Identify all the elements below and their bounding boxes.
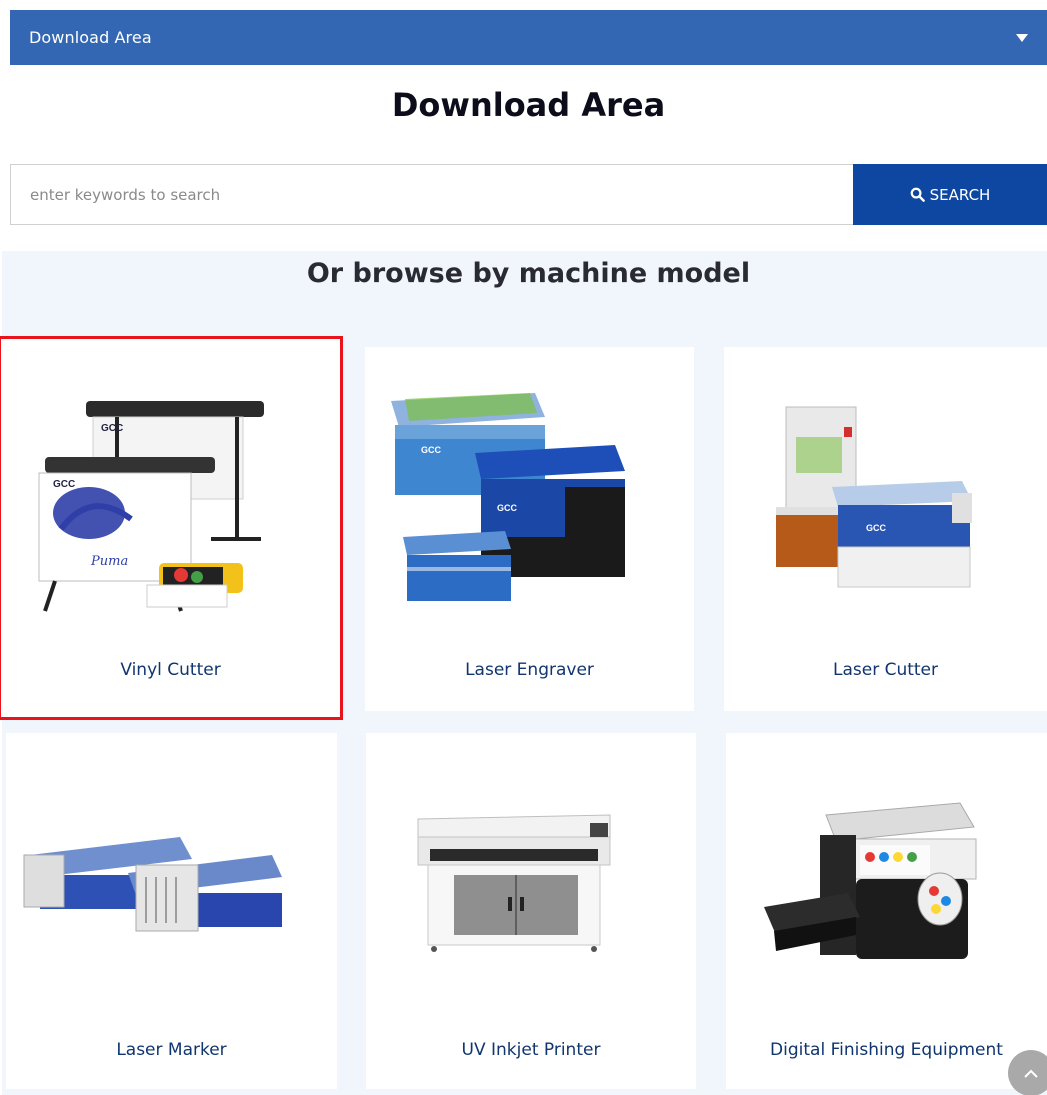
dropdown-label: Download Area	[29, 28, 152, 47]
browse-title: Or browse by machine model	[306, 258, 751, 289]
category-label: Digital Finishing Equipment	[770, 1040, 1003, 1060]
laser-cutter-image: GCC	[776, 406, 972, 588]
search-icon	[910, 187, 925, 202]
vinyl-cutter-image: GCC Puma GCC	[38, 401, 264, 612]
chevron-up-icon	[1024, 1069, 1038, 1078]
category-card-uv-inkjet-printer[interactable]: UV Inkjet Printer	[366, 733, 696, 1089]
category-card-vinyl-cutter[interactable]: GCC Puma GCC Vinyl Cutter	[0, 336, 343, 720]
digital-finishing-equipment-image	[764, 802, 977, 959]
category-label: Laser Engraver	[465, 660, 594, 680]
svg-text:GCC: GCC	[497, 503, 518, 513]
search-button-label: SEARCH	[929, 185, 991, 204]
category-label: Laser Marker	[116, 1040, 227, 1060]
laser-marker-image: GCC	[23, 837, 282, 932]
category-label: Vinyl Cutter	[120, 660, 221, 680]
search-input[interactable]	[10, 164, 853, 225]
category-card-laser-cutter[interactable]: GCC Laser Cutter	[724, 347, 1047, 711]
search-button[interactable]: SEARCH	[853, 164, 1047, 225]
caret-down-icon	[1016, 33, 1028, 42]
page-title: Download Area	[391, 86, 666, 124]
category-label: UV Inkjet Printer	[461, 1040, 601, 1060]
svg-text:GCC: GCC	[101, 423, 123, 434]
laser-engraver-image: GCC GCC	[391, 393, 625, 601]
svg-text:Puma: Puma	[90, 554, 128, 569]
category-card-laser-marker[interactable]: GCC Laser Marker	[6, 733, 337, 1089]
category-card-digital-finishing-equipment[interactable]: Digital Finishing Equipment	[726, 733, 1047, 1089]
category-label: Laser Cutter	[832, 660, 939, 680]
download-page: Download Area Download Area SEARCH Or br…	[0, 0, 1047, 1095]
category-card-laser-engraver[interactable]: GCC GCC Laser Engraver	[365, 347, 694, 711]
uv-inkjet-printer-image	[417, 814, 611, 952]
svg-text:GCC: GCC	[866, 523, 887, 533]
svg-text:GCC: GCC	[53, 479, 75, 490]
scroll-to-top-button[interactable]	[1008, 1050, 1047, 1095]
svg-text:GCC: GCC	[226, 886, 244, 895]
svg-text:GCC: GCC	[421, 445, 442, 455]
download-area-dropdown[interactable]: Download Area	[10, 10, 1047, 65]
